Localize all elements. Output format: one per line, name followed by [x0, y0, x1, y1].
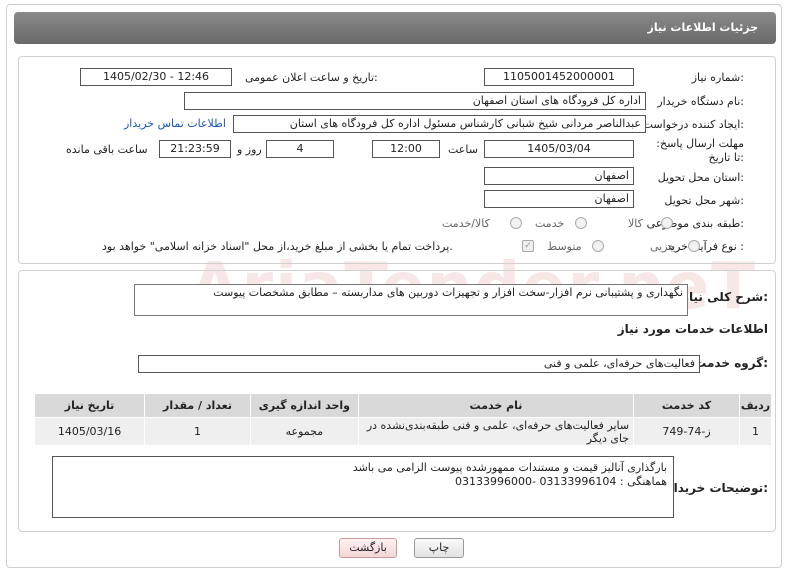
deadline-time-field: 12:00: [372, 140, 440, 158]
category-option-goods: کالا: [628, 217, 643, 230]
print-button[interactable]: چاپ: [414, 538, 464, 558]
service-group-label: گروه خدمت:: [694, 356, 768, 370]
buyer-contact-link[interactable]: اطلاعات تماس خریدار: [124, 117, 226, 130]
purchase-type-label: نوع فرآیند خرید :: [666, 240, 744, 253]
buyer-notes-textarea[interactable]: بارگذاری آنالیز قیمت و مستندات ممهورشده …: [52, 456, 674, 518]
purchase-radio-medium[interactable]: [592, 240, 604, 252]
treasury-checkbox[interactable]: ✓: [522, 240, 534, 252]
cell-need-date: 1405/03/16: [33, 417, 146, 446]
buyer-notes-line1: بارگذاری آنالیز قیمت و مستندات ممهورشده …: [352, 461, 667, 474]
days-label: روز و: [237, 143, 262, 156]
province-label: استان محل تحویل:: [657, 171, 744, 184]
category-radio-goods[interactable]: [661, 217, 673, 229]
treasury-note: پرداخت تمام یا بخشی از مبلغ خرید،از محل …: [102, 240, 453, 253]
buyer-org-field: اداره کل فرودگاه های استان اصفهان: [184, 92, 646, 110]
purchase-radio-minor[interactable]: [688, 240, 700, 252]
description-label: شرح کلی نیاز:: [682, 290, 768, 304]
province-field: اصفهان: [484, 167, 634, 185]
announce-field: 1405/02/30 - 12:46: [80, 68, 232, 86]
buyer-notes-line2: هماهنگی : 03133996104 -03133996000: [454, 475, 667, 488]
cell-service-name: سایر فعالیت‌های حرفه‌ای، علمی و فنی طبقه…: [357, 417, 635, 446]
need-number-field: 1105001452000001: [484, 68, 634, 86]
creator-field: عبدالناصر مردانی شیخ شبانی کارشناس مسئول…: [233, 115, 646, 133]
services-table: تاریخ نیاز تعداد / مقدار واحد اندازه گیر…: [33, 393, 773, 446]
deadline-time-label: ساعت: [448, 143, 478, 156]
creator-label: ایجاد کننده درخواست:: [642, 118, 744, 131]
purchase-option-medium: متوسط: [547, 240, 582, 253]
description-textarea[interactable]: نگهداری و پشتیبانی نرم افزار-سخت افزار و…: [134, 284, 688, 316]
city-label: شهر محل تحویل:: [664, 194, 744, 207]
category-radio-goods-service[interactable]: [510, 217, 522, 229]
announce-label: تاریخ و ساعت اعلان عمومی:: [245, 71, 378, 84]
table-row: 1405/03/16 1 مجموعه سایر فعالیت‌های حرفه…: [33, 417, 773, 446]
category-option-goods-service: کالا/خدمت: [442, 217, 490, 230]
city-field: اصفهان: [484, 190, 634, 208]
col-row-number: ردیف: [738, 393, 773, 418]
cell-service-code: ز-74-749: [633, 417, 740, 446]
page-title: جزئیات اطلاعات نیاز: [647, 21, 759, 34]
col-need-date: تاریخ نیاز: [33, 393, 146, 418]
category-option-service: خدمت: [535, 217, 565, 230]
buyer-notes-label: توضیحات خریدار:: [666, 481, 768, 495]
purchase-option-minor: جزیی: [650, 240, 676, 253]
col-service-name: نام خدمت: [357, 393, 635, 418]
cell-quantity: 1: [144, 417, 251, 446]
category-radio-service[interactable]: [575, 217, 587, 229]
table-header-row: تاریخ نیاز تعداد / مقدار واحد اندازه گیر…: [33, 393, 773, 418]
deadline-date-field: 1405/03/04: [484, 140, 634, 158]
time-remaining-label: ساعت باقی مانده: [66, 143, 148, 156]
col-service-code: کد خدمت: [633, 393, 740, 418]
deadline-label: مهلت ارسال پاسخ: تا تاریخ:: [656, 137, 744, 164]
cell-unit: مجموعه: [249, 417, 359, 446]
buyer-org-label: نام دستگاه خریدار:: [657, 95, 744, 108]
col-quantity: تعداد / مقدار: [144, 393, 251, 418]
col-unit: واحد اندازه گیری: [249, 393, 359, 418]
page-header: جزئیات اطلاعات نیاز: [14, 12, 776, 44]
need-number-label: شماره نیاز:: [691, 71, 744, 84]
time-remaining-field: 21:23:59: [159, 140, 231, 158]
service-group-field: فعالیت‌های حرفه‌ای، علمی و فنی: [138, 355, 700, 373]
days-remaining-field: 4: [266, 140, 334, 158]
cell-row-number: 1: [738, 417, 773, 446]
services-section-title: اطلاعات خدمات مورد نیاز: [617, 322, 768, 336]
back-button[interactable]: بازگشت: [339, 538, 397, 558]
